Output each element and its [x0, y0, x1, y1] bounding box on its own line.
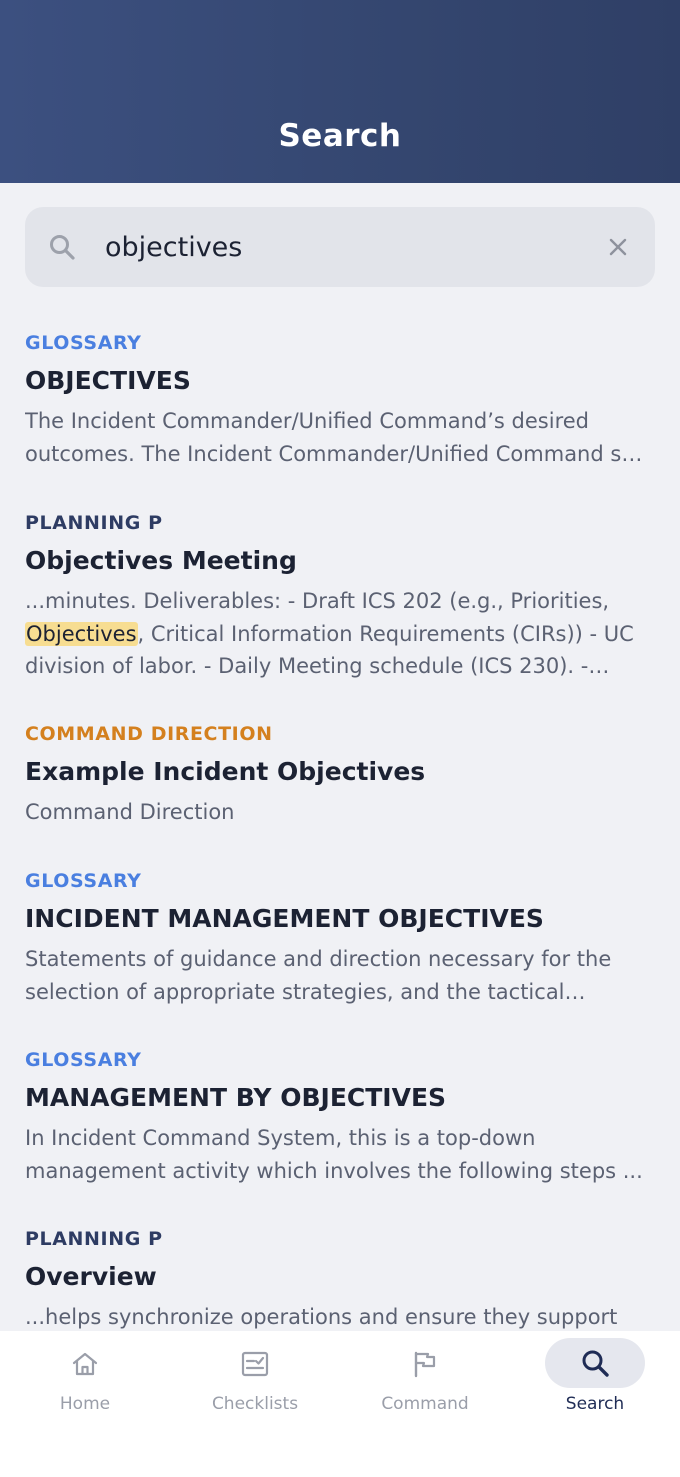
checklist-icon — [241, 1351, 269, 1377]
result-snippet: The Incident Commander/Unified Command’s… — [25, 409, 654, 466]
search-result-item[interactable]: PLANNING P Overview ...helps synchronize… — [25, 1227, 655, 1334]
result-category: GLOSSARY — [25, 332, 142, 354]
search-result-item[interactable]: PLANNING P Objectives Meeting ...minutes… — [25, 511, 655, 683]
result-category: PLANNING P — [25, 1228, 163, 1250]
search-icon — [582, 1350, 609, 1377]
tab-search[interactable]: Search — [510, 1331, 680, 1431]
result-category: COMMAND DIRECTION — [25, 723, 273, 745]
result-snippet: ...minutes. Deliverables: - Draft ICS 20… — [25, 585, 655, 683]
tab-label: Home — [59, 1394, 111, 1414]
bottom-tab-bar: Home Checklists Command Search — [0, 1331, 680, 1477]
result-category: GLOSSARY — [25, 870, 142, 892]
result-snippet: Command Direction — [25, 800, 235, 824]
search-result-item[interactable]: GLOSSARY OBJECTIVES The Incident Command… — [25, 331, 655, 470]
result-snippet: In Incident Command System, this is a to… — [25, 1126, 643, 1183]
home-icon — [72, 1352, 98, 1376]
search-result-item[interactable]: COMMAND DIRECTION Example Incident Objec… — [25, 722, 655, 829]
result-snippet: ...helps synchronize operations and ensu… — [25, 1305, 618, 1329]
result-title: INCIDENT MANAGEMENT OBJECTIVES — [25, 904, 544, 933]
tab-label: Checklists — [211, 1394, 299, 1414]
tab-home[interactable]: Home — [0, 1331, 170, 1431]
result-title: MANAGEMENT BY OBJECTIVES — [25, 1083, 447, 1112]
result-title: Example Incident Objectives — [25, 757, 426, 786]
snippet-text-before: ...minutes. Deliverables: - Draft ICS 20… — [25, 589, 610, 613]
result-category: GLOSSARY — [25, 1049, 142, 1071]
tab-label: Command — [381, 1394, 469, 1414]
result-title: Overview — [25, 1262, 157, 1291]
search-result-item[interactable]: GLOSSARY MANAGEMENT BY OBJECTIVES In Inc… — [25, 1048, 655, 1187]
tab-label: Search — [565, 1394, 625, 1414]
search-result-item[interactable]: GLOSSARY INCIDENT MANAGEMENT OBJECTIVES … — [25, 869, 655, 1008]
result-category: PLANNING P — [25, 512, 163, 534]
tab-command[interactable]: Command — [340, 1331, 510, 1431]
search-term-highlight: Objectives — [25, 621, 138, 646]
result-snippet: Statements of guidance and direction nec… — [25, 947, 612, 1004]
search-results-list: GLOSSARY OBJECTIVES The Incident Command… — [25, 0, 655, 1332]
tab-checklists[interactable]: Checklists — [170, 1331, 340, 1431]
flag-icon — [414, 1351, 436, 1378]
result-title: Objectives Meeting — [25, 546, 297, 575]
result-title: OBJECTIVES — [25, 366, 191, 395]
